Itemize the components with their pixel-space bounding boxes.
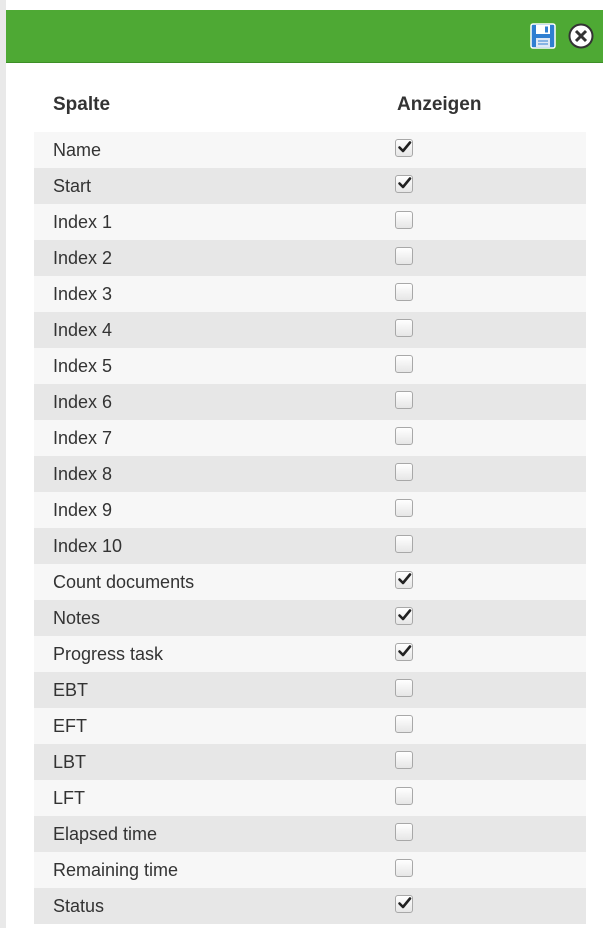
- column-name-label: Name: [53, 140, 102, 160]
- table-row: Index 8: [34, 456, 586, 492]
- checkmark-icon: [398, 573, 412, 585]
- table-row: Index 2: [34, 240, 586, 276]
- checkmark-icon: [398, 609, 412, 621]
- table-row: Index 5: [34, 348, 586, 384]
- left-edge-rule: [0, 0, 6, 928]
- show-column-checkbox[interactable]: [395, 283, 413, 301]
- show-column-checkbox[interactable]: [395, 211, 413, 229]
- show-column-checkbox[interactable]: [395, 607, 413, 625]
- table-row: Count documents: [34, 564, 586, 600]
- show-column-checkbox[interactable]: [395, 319, 413, 337]
- column-name-label: EBT: [53, 680, 89, 700]
- show-column-checkbox[interactable]: [395, 823, 413, 841]
- table-row: Index 10: [34, 528, 586, 564]
- column-name-label: Notes: [53, 608, 101, 628]
- show-column-checkbox[interactable]: [395, 391, 413, 409]
- column-header-anzeigen: Anzeigen: [397, 94, 482, 115]
- table-row: Index 1: [34, 204, 586, 240]
- table-row: Notes: [34, 600, 586, 636]
- save-icon[interactable]: [529, 22, 557, 50]
- column-name-label: Index 4: [53, 320, 113, 340]
- column-name-label: Count documents: [53, 572, 195, 592]
- table-row: Remaining time: [34, 852, 586, 888]
- column-name-label: Progress task: [53, 644, 164, 664]
- show-column-checkbox[interactable]: [395, 427, 413, 445]
- show-column-checkbox[interactable]: [395, 499, 413, 517]
- show-column-checkbox[interactable]: [395, 463, 413, 481]
- column-name-label: Start: [53, 176, 92, 196]
- table-row: Name: [34, 132, 586, 168]
- table-row: EFT: [34, 708, 586, 744]
- column-name-label: Index 2: [53, 248, 113, 268]
- table-row: LBT: [34, 744, 586, 780]
- table-row: LFT: [34, 780, 586, 816]
- column-name-label: LFT: [53, 788, 86, 808]
- dialog-titlebar: [6, 10, 603, 63]
- column-name-label: Index 6: [53, 392, 113, 412]
- show-column-checkbox[interactable]: [395, 139, 413, 157]
- show-column-checkbox[interactable]: [395, 535, 413, 553]
- column-name-label: Index 1: [53, 212, 113, 232]
- column-name-label: Index 10: [53, 536, 123, 556]
- show-column-checkbox[interactable]: [395, 859, 413, 877]
- table-row: Index 4: [34, 312, 586, 348]
- table-row: Elapsed time: [34, 816, 586, 852]
- table-row: Progress task: [34, 636, 586, 672]
- close-icon[interactable]: [567, 22, 595, 50]
- show-column-checkbox[interactable]: [395, 751, 413, 769]
- column-name-label: Elapsed time: [53, 824, 158, 844]
- checkmark-icon: [398, 141, 412, 153]
- column-name-label: Index 8: [53, 464, 113, 484]
- column-settings-table: Name Start Index 1 Index 2 Index 3 Index 4 Ind…: [34, 132, 586, 924]
- table-row: Index 3: [34, 276, 586, 312]
- table-row: Status: [34, 888, 586, 924]
- table-row: Start: [34, 168, 586, 204]
- column-name-label: Index 7: [53, 428, 113, 448]
- table-row: EBT: [34, 672, 586, 708]
- column-header-spalte: Spalte: [53, 94, 111, 115]
- column-name-label: Status: [53, 896, 105, 916]
- checkmark-icon: [398, 645, 412, 657]
- show-column-checkbox[interactable]: [395, 355, 413, 373]
- column-name-label: Index 5: [53, 356, 113, 376]
- checkmark-icon: [398, 177, 412, 189]
- table-row: Index 6: [34, 384, 586, 420]
- table-row: Index 7: [34, 420, 586, 456]
- show-column-checkbox[interactable]: [395, 715, 413, 733]
- show-column-checkbox[interactable]: [395, 679, 413, 697]
- checkmark-icon: [398, 897, 412, 909]
- column-name-label: EFT: [53, 716, 87, 736]
- show-column-checkbox[interactable]: [395, 787, 413, 805]
- table-row: Index 9: [34, 492, 586, 528]
- column-name-label: Index 9: [53, 500, 113, 520]
- show-column-checkbox[interactable]: [395, 571, 413, 589]
- show-column-checkbox[interactable]: [395, 175, 413, 193]
- show-column-checkbox[interactable]: [395, 895, 413, 913]
- column-header-row: Spalte Anzeigen: [0, 94, 603, 120]
- show-column-checkbox[interactable]: [395, 247, 413, 265]
- column-name-label: LBT: [53, 752, 87, 772]
- show-column-checkbox[interactable]: [395, 643, 413, 661]
- column-name-label: Remaining time: [53, 860, 179, 880]
- column-name-label: Index 3: [53, 284, 113, 304]
